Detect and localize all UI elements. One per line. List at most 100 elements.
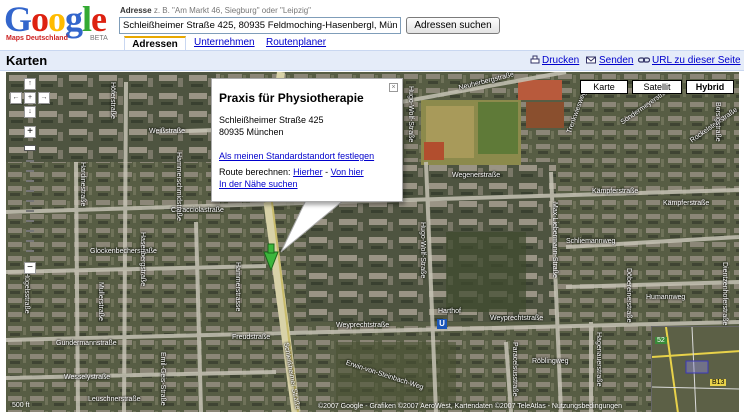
zoom-tick[interactable]: [26, 200, 34, 202]
info-window-title: Praxis für Physiotherapie: [219, 91, 364, 105]
print-link[interactable]: Drucken: [542, 55, 579, 66]
street-label: Hügelsstraße: [23, 272, 30, 314]
road-shield-label: 52: [655, 337, 667, 344]
logo-letter: G: [4, 0, 32, 39]
pan-center-button[interactable]: +: [24, 92, 36, 104]
street-label: Kämpferstraße: [592, 188, 639, 195]
zoom-tick[interactable]: [26, 210, 34, 212]
street-label: Weyprechtstraße: [490, 315, 544, 322]
zoom-tick[interactable]: [26, 170, 34, 172]
street-label: Kämpferstraße: [663, 200, 710, 207]
map-type-map-button[interactable]: Karte: [580, 80, 628, 94]
tab-route-planner[interactable]: Routenplaner: [266, 36, 326, 51]
road-shield-label: B13: [710, 379, 727, 386]
zoom-slider[interactable]: [24, 140, 36, 260]
google-wordmark: Google: [4, 0, 107, 40]
beta-label: BETA: [90, 35, 108, 42]
route-separator: -: [325, 167, 329, 177]
hybrid-map[interactable]: Neuherbergstraße Rockelsteinstraße Weißs…: [6, 72, 739, 412]
send-link[interactable]: Senden: [599, 55, 633, 66]
pan-right-button[interactable]: →: [38, 92, 50, 104]
street-label: Wegenerstraße: [452, 172, 501, 179]
street-label: Dientzenhoferstraße: [721, 262, 728, 326]
street-label: Freudstraße: [232, 334, 271, 341]
close-icon[interactable]: ×: [389, 83, 398, 92]
street-label: Borsigstraße: [714, 102, 721, 142]
address-input[interactable]: Schleißheimer Straße 425, 80935 Feldmoch…: [119, 17, 401, 34]
pan-up-button[interactable]: ↑: [24, 78, 36, 90]
overview-minimap[interactable]: 52 B13: [651, 326, 739, 412]
page-title: Karten: [6, 53, 48, 68]
zoom-tick[interactable]: [26, 230, 34, 232]
tab-addresses[interactable]: Adressen: [124, 36, 186, 51]
street-label: Hasenbergstraße: [139, 232, 146, 287]
logo-subtitle: Maps Deutschland: [6, 35, 68, 42]
maps-header-bar: Karten Drucken Senden URL zu dieser Seit…: [0, 51, 744, 71]
street-label: Gundermannstraße: [56, 340, 117, 347]
envelope-icon[interactable]: [586, 55, 596, 65]
info-window: × Praxis für Physiotherapie Schleißheime…: [211, 78, 403, 202]
street-label: Wesselystraße: [64, 374, 111, 381]
street-label: Paracelsusstraße: [511, 342, 518, 397]
street-label: Leuschnerstraße: [88, 396, 141, 403]
pan-down-button[interactable]: ↓: [24, 106, 36, 118]
zoom-tick[interactable]: [26, 220, 34, 222]
street-label: Hardinestraße: [79, 162, 86, 207]
printer-icon[interactable]: [530, 55, 540, 65]
search-addresses-button[interactable]: Adressen suchen: [406, 17, 500, 34]
logo-letter: l: [82, 0, 92, 39]
zoom-tick[interactable]: [26, 250, 34, 252]
zoom-tick[interactable]: [26, 190, 34, 192]
page-bottom-margin: [0, 412, 744, 420]
zoom-tick[interactable]: [26, 160, 34, 162]
address-examples: z. B. "Am Markt 46, Siegburg" oder "Leip…: [153, 6, 312, 15]
street-label: Weyprechtstraße: [336, 322, 390, 329]
pan-control: ↑ ← + → ↓: [10, 78, 50, 118]
street-label: Höferstraße: [109, 82, 116, 119]
map-copyright[interactable]: ©2007 Google - Grafiken ©2007 AeroWest, …: [318, 403, 622, 410]
zoom-tick[interactable]: [26, 240, 34, 242]
set-default-location-link[interactable]: Als meinen Standardstandort festlegen: [219, 151, 374, 161]
chain-link-icon[interactable]: [638, 55, 650, 65]
street-label: Hammerstrasse: [234, 262, 241, 312]
street-label: Hugo-Wolf-Straße: [419, 222, 426, 279]
logo-letter: e: [91, 0, 107, 39]
map-type-hybrid-button[interactable]: Hybrid: [686, 80, 734, 94]
logo-letter: o: [48, 0, 66, 39]
street-label: Mullerstraße: [97, 282, 104, 321]
map-type-satellite-button[interactable]: Satellit: [632, 80, 682, 94]
street-label: Röblingweg: [532, 358, 569, 365]
address-label: Adresse z. B. "Am Markt 46, Siegburg" od…: [120, 6, 311, 15]
street-label: Glockenbecherstraße: [90, 248, 157, 255]
pan-left-button[interactable]: ←: [10, 92, 22, 104]
info-window-street: Schleißheimer Straße 425: [219, 115, 324, 125]
logo-letter: o: [31, 0, 49, 39]
street-label: Max-Liebermann-Straße: [551, 202, 558, 278]
address-label-text: Adresse: [120, 6, 152, 15]
route-line: Route berechnen: Hierher - Von hier: [219, 167, 364, 177]
info-window-city: 80935 München: [219, 127, 284, 137]
street-label: Schliemannweg: [566, 238, 616, 245]
ubahn-station-icon[interactable]: U: [437, 319, 447, 329]
street-label: Döbereinerstraße: [625, 268, 632, 323]
place-label: Harthof: [438, 308, 461, 315]
zoom-in-button[interactable]: +: [24, 126, 36, 138]
search-nearby-link[interactable]: In der Nähe suchen: [219, 179, 298, 189]
info-window-pointer: [280, 200, 345, 253]
street-label: Hagenauerstraße: [595, 332, 602, 387]
google-maps-logo[interactable]: Google Maps Deutschland BETA: [4, 0, 112, 46]
logo-letter: g: [65, 0, 83, 39]
street-label: Hammerschmidstraße: [175, 152, 182, 221]
page-url-link[interactable]: URL zu dieser Seite: [652, 55, 741, 66]
street-label: Emil-Geis-Straße: [159, 352, 166, 406]
street-label: Humannweg: [646, 294, 686, 301]
route-from-here-link[interactable]: Von hier: [331, 167, 364, 177]
street-label: Hugo-Wolf-Straße: [407, 86, 414, 143]
street-label: Weißstraße: [149, 128, 186, 135]
zoom-tick[interactable]: [26, 180, 34, 182]
route-to-here-link[interactable]: Hierher: [293, 167, 323, 177]
zoom-slider-knob[interactable]: [24, 145, 36, 151]
map-scale: 500 ft: [12, 402, 30, 409]
zoom-out-button[interactable]: −: [24, 262, 36, 274]
tab-businesses[interactable]: Unternehmen: [194, 36, 255, 51]
